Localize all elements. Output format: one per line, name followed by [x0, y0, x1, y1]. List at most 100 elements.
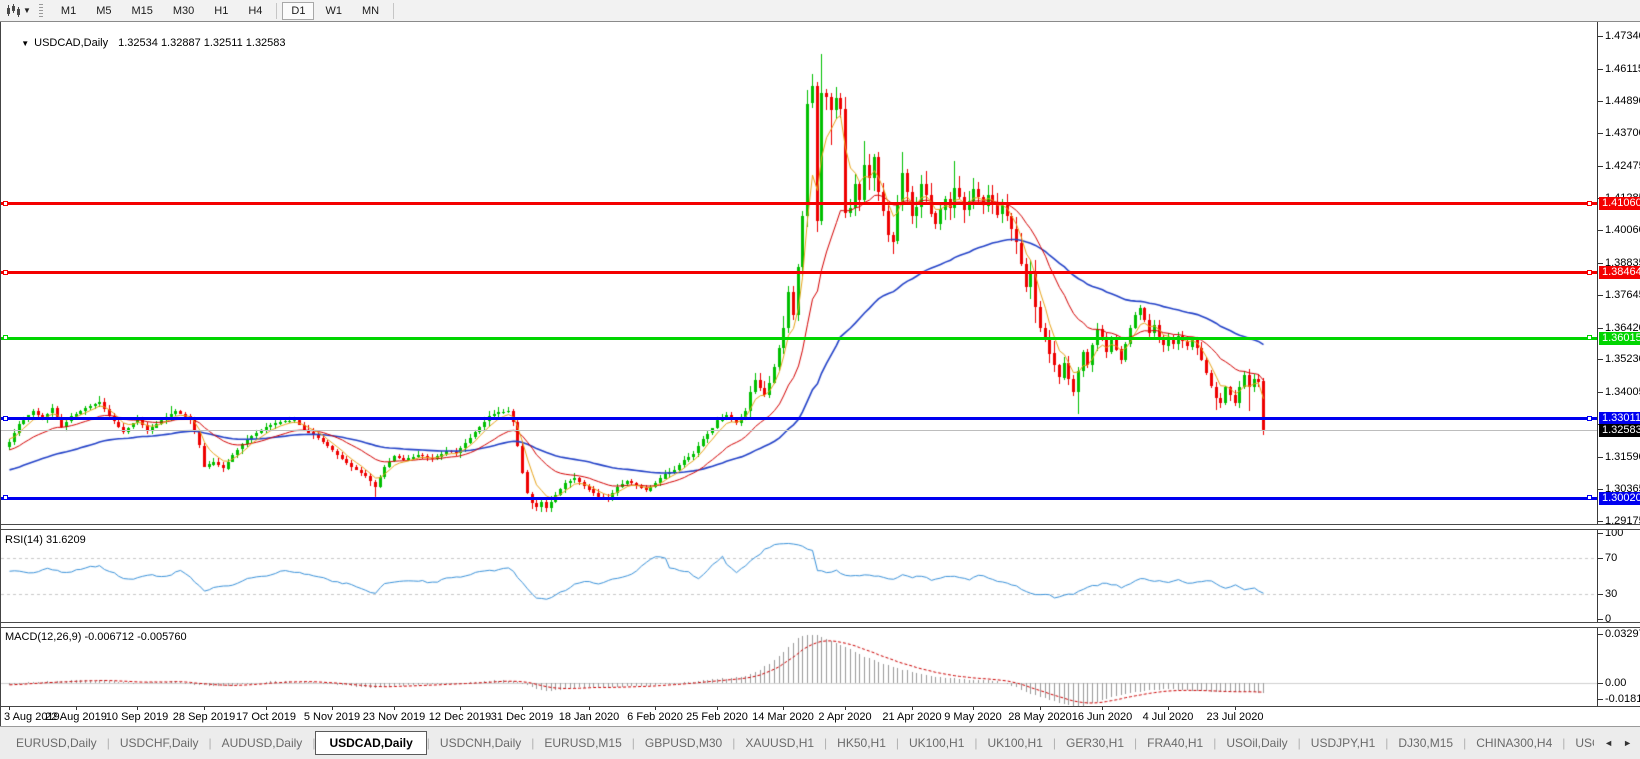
rsi-scale-tick: [1598, 558, 1603, 559]
date-tick: [204, 707, 205, 710]
panel-divider-rsi[interactable]: [1, 524, 1640, 530]
date-tick: [783, 707, 784, 710]
chart-tab-usdcad-daily[interactable]: USDCAD,Daily: [315, 731, 426, 755]
chart-tab-uk100-h1[interactable]: UK100,H1: [978, 732, 1053, 754]
price-scale-tick: [1598, 230, 1603, 231]
support-line-2-handle[interactable]: [1587, 495, 1592, 500]
date-label: 23 Jul 2020: [1207, 711, 1264, 723]
toolbar-separator: [276, 3, 277, 19]
rsi-indicator-label: RSI(14) 31.6209: [5, 534, 86, 546]
support-line-2[interactable]: [1, 497, 1597, 500]
timeframe-button-w1[interactable]: W1: [316, 2, 351, 20]
price-scale-tick: [1598, 457, 1603, 458]
toolbar-grip[interactable]: [39, 4, 43, 18]
support-line-2-handle[interactable]: [3, 495, 8, 500]
support-line-1-handle[interactable]: [1587, 416, 1592, 421]
date-label: 14 Mar 2020: [752, 711, 814, 723]
price-scale-label: 1.47340: [1605, 30, 1640, 42]
date-tick: [1168, 707, 1169, 710]
support-line-1[interactable]: [1, 417, 1597, 420]
timeframe-button-m5[interactable]: M5: [87, 2, 120, 20]
resistance-line-2-price-badge: 1.38464: [1599, 266, 1640, 279]
price-scale-tick: [1598, 101, 1603, 102]
chart-tab-dj30-m15[interactable]: DJ30,M15: [1388, 732, 1463, 754]
tab-scroll-left-button[interactable]: ◄: [1604, 738, 1613, 748]
timeframe-button-h1[interactable]: H1: [205, 2, 237, 20]
chart-tab-uk100-h1[interactable]: UK100,H1: [899, 732, 974, 754]
chart-tab-eurusd-m15[interactable]: EURUSD,M15: [534, 732, 631, 754]
resistance-line-2-handle[interactable]: [3, 270, 8, 275]
resistance-line-2[interactable]: [1, 271, 1597, 274]
date-axis[interactable]: 3 Aug 201922 Aug 201910 Sep 201928 Sep 2…: [0, 707, 1640, 726]
price-scale-label: 1.35230: [1605, 353, 1640, 365]
timeframe-button-h4[interactable]: H4: [239, 2, 271, 20]
timeframe-button-d1[interactable]: D1: [282, 2, 314, 20]
price-scale-label: 1.42475: [1605, 160, 1640, 172]
price-scale-tick: [1598, 133, 1603, 134]
panel-divider-macd[interactable]: [1, 622, 1640, 628]
date-label: 31 Dec 2019: [491, 711, 553, 723]
candlestick-chart-icon[interactable]: [3, 3, 23, 19]
chart-tab-gbpusd-m30[interactable]: GBPUSD,M30: [635, 732, 732, 754]
date-label: 6 Feb 2020: [627, 711, 683, 723]
date-label: 25 Feb 2020: [686, 711, 748, 723]
date-tick: [1040, 707, 1041, 710]
support-line-1-handle[interactable]: [3, 416, 8, 421]
date-tick: [973, 707, 974, 710]
date-label: 23 Nov 2019: [363, 711, 425, 723]
chart-tab-china300-h4[interactable]: CHINA300,H4: [1466, 732, 1562, 754]
date-tick: [655, 707, 656, 710]
pivot-line-green-handle[interactable]: [3, 335, 8, 340]
symbol-dropdown-icon[interactable]: ▼: [21, 39, 29, 48]
macd-scale-tick: [1598, 634, 1603, 635]
price-scale-tick: [1598, 69, 1603, 70]
chart-tab-usoil-daily[interactable]: USOil,Daily: [1216, 732, 1297, 754]
date-tick: [76, 707, 77, 710]
timeframe-button-m30[interactable]: M30: [164, 2, 203, 20]
timeframe-button-m15[interactable]: M15: [122, 2, 161, 20]
chart-tab-eurusd-daily[interactable]: EURUSD,Daily: [6, 732, 107, 754]
chart-tab-ger30-h1[interactable]: GER30,H1: [1056, 732, 1134, 754]
chart-tab-hk50-h1[interactable]: HK50,H1: [827, 732, 896, 754]
rsi-scale-tick: [1598, 533, 1603, 534]
pivot-line-green-handle[interactable]: [1587, 335, 1592, 340]
resistance-line-2-handle[interactable]: [1587, 270, 1592, 275]
macd-scale-label: -0.018154: [1605, 693, 1640, 705]
pivot-line-green[interactable]: [1, 337, 1597, 340]
timeframe-buttons: M1M5M15M30H1H4 D1W1MN: [51, 2, 398, 20]
chart-ohlc-readout: 1.32534 1.32887 1.32511 1.32583: [118, 37, 285, 49]
price-scale-label: 1.44890: [1605, 95, 1640, 107]
timeframe-button-mn[interactable]: MN: [353, 2, 388, 20]
resistance-line-1[interactable]: [1, 202, 1597, 205]
timeframe-button-m1[interactable]: M1: [52, 2, 85, 20]
chart-tab-fra40-h1[interactable]: FRA40,H1: [1137, 732, 1213, 754]
resistance-line-1-handle[interactable]: [3, 201, 8, 206]
date-tick: [845, 707, 846, 710]
macd-scale-label: 0.032972: [1605, 628, 1640, 640]
chart-symbol-label: USDCAD,Daily: [34, 37, 108, 49]
date-label: 16 Jun 2020: [1072, 711, 1133, 723]
current-price-line: [1, 430, 1597, 431]
chart-canvas[interactable]: [1, 22, 1597, 706]
price-scale-label: 1.40060: [1605, 224, 1640, 236]
price-scale-tick: [1598, 328, 1603, 329]
resistance-line-1-handle[interactable]: [1587, 201, 1592, 206]
date-tick: [912, 707, 913, 710]
toolbar-separator: [393, 3, 394, 19]
date-tick: [9, 707, 10, 710]
chart-tab-audusd-daily[interactable]: AUDUSD,Daily: [212, 732, 313, 754]
date-tick: [137, 707, 138, 710]
chart-type-dropdown-icon[interactable]: ▼: [23, 6, 31, 15]
chart-tab-xauusd-h1[interactable]: XAUUSD,H1: [735, 732, 824, 754]
chart-tab-usdcnh-daily[interactable]: USDCNH,Daily: [430, 732, 531, 754]
rsi-scale-tick: [1598, 594, 1603, 595]
tab-scroll-right-button[interactable]: ►: [1623, 738, 1632, 748]
date-tick: [266, 707, 267, 710]
price-scale-axis[interactable]: 1.473401.461151.448901.437001.424751.412…: [1597, 22, 1640, 706]
chart-tab-usdchf-daily[interactable]: USDCHF,Daily: [110, 732, 209, 754]
price-scale-label: 1.46115: [1605, 63, 1640, 75]
date-tick: [394, 707, 395, 710]
date-label: 17 Oct 2019: [236, 711, 296, 723]
date-tick: [589, 707, 590, 710]
chart-tab-usdjpy-h1[interactable]: USDJPY,H1: [1301, 732, 1385, 754]
